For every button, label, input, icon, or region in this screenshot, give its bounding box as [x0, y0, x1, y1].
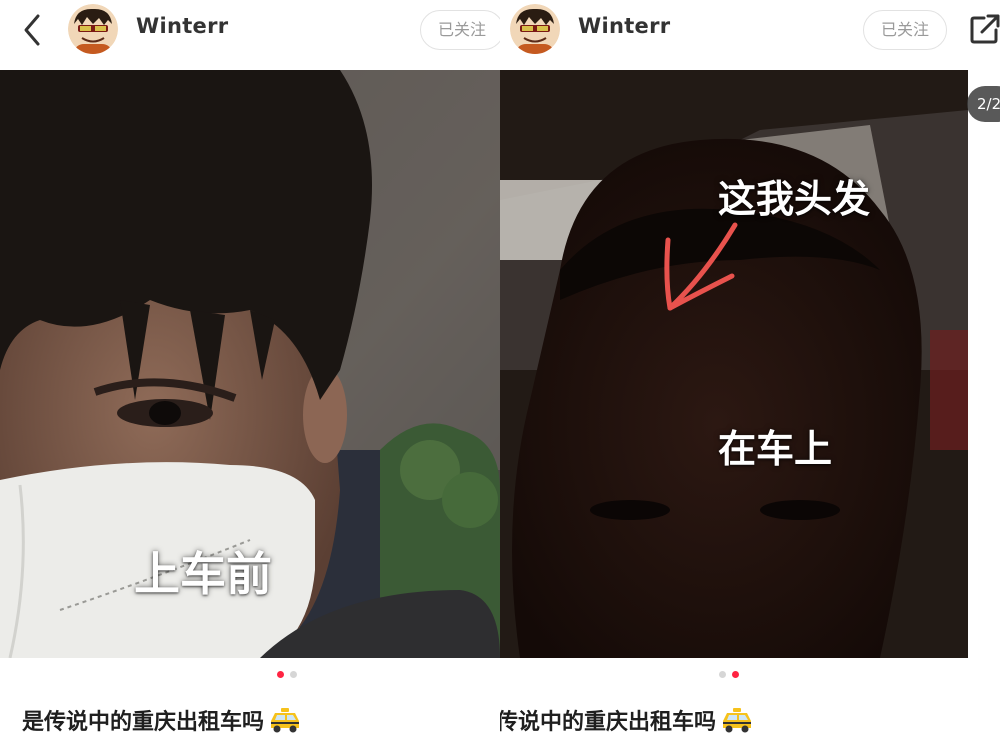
chevron-left-icon [24, 14, 40, 46]
carousel-indicator [277, 671, 297, 679]
share-icon [970, 14, 1000, 44]
post-caption: 是传说中的重庆出租车吗 [22, 704, 302, 736]
image-overlay-caption-top: 这我头发 [718, 177, 871, 221]
post-header: Winterr 已关注 [500, 0, 1000, 64]
carousel-dot-active[interactable] [732, 671, 739, 678]
carousel-dot[interactable] [290, 671, 297, 678]
post-header: Winterr 已关注 [0, 0, 500, 64]
page-counter: 2/2 [967, 86, 1000, 122]
post-panel-right: Winterr 已关注 这我头发 在车上 2/2 传说中的重庆出租车吗 [500, 0, 1000, 749]
carousel-indicator [719, 671, 739, 679]
follow-button[interactable]: 已关注 [420, 10, 500, 50]
image-overlay-caption-middle: 在车上 [718, 427, 833, 471]
post-caption-text: 是传说中的重庆出租车吗 [22, 710, 265, 735]
post-caption: 传说中的重庆出租车吗 [500, 704, 754, 736]
avatar[interactable] [68, 4, 118, 54]
author-name[interactable]: Winterr [578, 14, 670, 38]
carousel-dot-active[interactable] [277, 671, 284, 678]
image-overlay-caption: 上车前 [134, 547, 272, 601]
author-name[interactable]: Winterr [136, 14, 228, 38]
post-panel-left: Winterr 已关注 上车前 是传说中的重庆出租车吗 [0, 0, 500, 749]
avatar[interactable] [510, 4, 560, 54]
post-image[interactable]: 上车前 [0, 70, 500, 658]
carousel-dot[interactable] [719, 671, 726, 678]
post-image[interactable]: 这我头发 在车上 [500, 70, 968, 658]
back-button[interactable] [18, 12, 48, 48]
post-caption-text: 传说中的重庆出租车吗 [500, 710, 717, 735]
share-button[interactable] [968, 12, 1000, 46]
taxi-emoji-icon [723, 708, 752, 733]
taxi-emoji-icon [271, 708, 300, 733]
follow-button[interactable]: 已关注 [863, 10, 947, 50]
